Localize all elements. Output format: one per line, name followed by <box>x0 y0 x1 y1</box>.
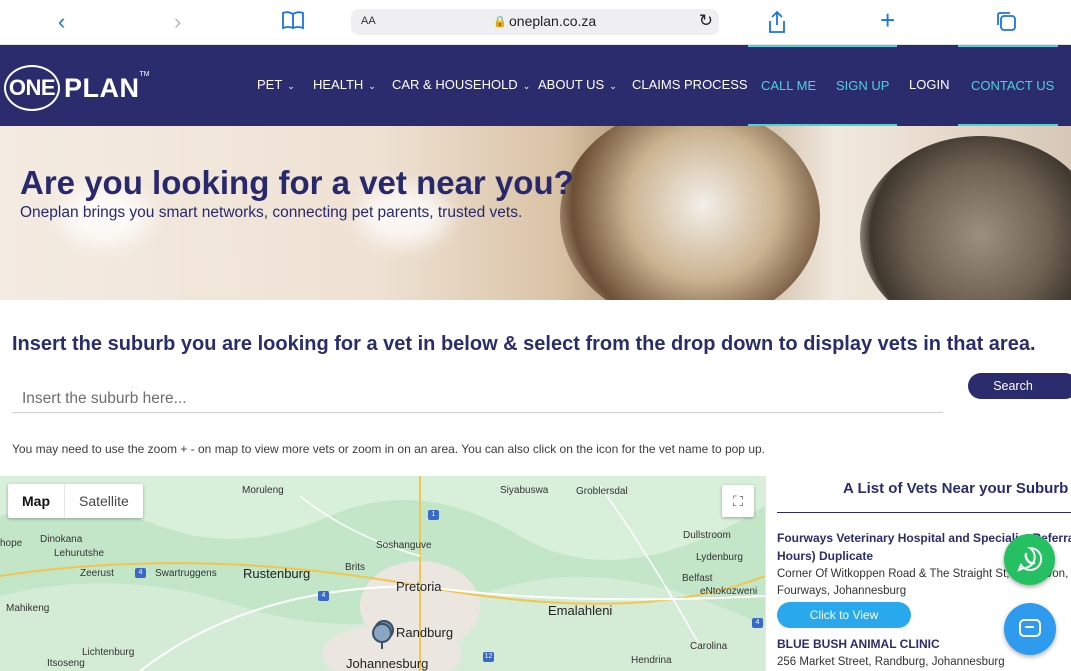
vet-list-heading: A List of Vets Near your Suburb <box>843 480 1069 497</box>
route-shield-icon: 12 <box>483 652 494 662</box>
click-to-view-button[interactable]: Click to View <box>777 602 911 628</box>
route-shield-icon: 4 <box>135 568 146 578</box>
fullscreen-icon[interactable]: ⛶ <box>722 485 754 517</box>
logo-tm: TM <box>139 71 150 78</box>
cat-image <box>860 136 1071 300</box>
nav-health[interactable]: HEALTH ⌄ <box>313 77 376 92</box>
route-shield-icon: 4 <box>752 618 763 628</box>
chevron-down-icon: ⌄ <box>522 81 531 91</box>
zoom-note: You may need to use the zoom + - on map … <box>12 442 765 456</box>
url-text: oneplan.co.za <box>509 13 597 29</box>
call-sign-top-line <box>748 45 897 47</box>
map-label: Carolina <box>690 641 728 652</box>
oneplan-logo[interactable]: ONE PLAN TM <box>4 65 150 111</box>
hero-title: Are you looking for a vet near you? <box>20 164 574 201</box>
map-label: Belfast <box>682 573 713 584</box>
nav-health-label: HEALTH <box>313 77 364 92</box>
vet-name-continued: Hours) Duplicate <box>777 549 874 563</box>
hero-banner: Are you looking for a vet near you? Onep… <box>0 126 1071 300</box>
reader-mode-button[interactable]: AA <box>361 15 376 27</box>
map-tab[interactable]: Map <box>8 484 65 518</box>
nav-pet-label: PET <box>257 77 283 92</box>
suburb-search-input[interactable] <box>12 386 943 413</box>
bookmarks-icon[interactable] <box>282 10 304 35</box>
address-bar[interactable]: AA 🔒 oneplan.co.za ↻ <box>351 9 719 35</box>
tabs-icon[interactable] <box>995 10 1017 37</box>
chevron-down-icon: ⌄ <box>609 81 617 91</box>
vet-name: BLUE BUSH ANIMAL CLINIC <box>777 637 940 651</box>
call-me-button[interactable]: CALL ME <box>761 78 816 93</box>
map-label: Moruleng <box>242 485 284 496</box>
reload-icon[interactable]: ↻ <box>699 11 713 31</box>
map-label: eNtokozweni <box>700 586 758 597</box>
nav-pet[interactable]: PET ⌄ <box>257 77 295 92</box>
lock-icon: 🔒 <box>493 16 507 28</box>
satellite-tab[interactable]: Satellite <box>65 484 143 518</box>
map-label: Johannesburg <box>346 656 429 671</box>
vet-address: 256 Market Street, Randburg, Johannesbur… <box>777 656 1005 668</box>
map-label: Hendrina <box>631 655 672 666</box>
chevron-down-icon: ⌄ <box>368 81 376 91</box>
sign-up-button[interactable]: SIGN UP <box>836 78 889 93</box>
map-label: Groblersdal <box>576 486 628 497</box>
forward-icon[interactable]: › <box>174 10 181 34</box>
map-label: Lehurutshe <box>54 548 105 559</box>
map-label: Soshanguve <box>376 540 432 551</box>
nav-claims-process-label: CLAIMS PROCESS <box>632 77 748 92</box>
nav-claims-process[interactable]: CLAIMS PROCESS <box>632 77 748 92</box>
nav-car-household[interactable]: CAR & HOUSEHOLD ⌄ <box>392 77 530 92</box>
map-label: Dinokana <box>40 534 83 545</box>
dog-image <box>560 126 820 300</box>
vet-location-pin-icon[interactable] <box>370 616 398 650</box>
chevron-down-icon: ⌄ <box>287 81 295 91</box>
contact-top-line <box>958 45 1058 47</box>
share-icon[interactable] <box>767 10 787 39</box>
map-label: Dullstroom <box>683 530 731 541</box>
search-instructions: Insert the suburb you are looking for a … <box>12 333 1036 355</box>
map-label: Lydenburg <box>696 552 743 563</box>
logo-plan: PLAN <box>64 72 140 103</box>
route-shield-icon: 4 <box>318 591 329 601</box>
map-label: Randburg <box>396 625 454 640</box>
map-label: Lichtenburg <box>82 647 135 658</box>
chat-icon <box>1019 619 1041 637</box>
chat-button[interactable] <box>1004 603 1056 655</box>
search-button[interactable]: Search <box>968 373 1071 399</box>
whatsapp-button[interactable] <box>1004 534 1055 585</box>
map-label: Zeerust <box>80 568 114 579</box>
map-label: Emalahleni <box>548 603 613 618</box>
back-icon[interactable]: ‹ <box>58 10 65 34</box>
nav-car-household-label: CAR & HOUSEHOLD <box>392 77 518 92</box>
map-label: Itsoseng <box>47 658 85 669</box>
browser-toolbar: ‹ › AA 🔒 oneplan.co.za ↻ + <box>0 0 1071 45</box>
site-header: ONE PLAN TM PET ⌄ HEALTH ⌄ CAR & HOUSEHOLD… <box>0 45 1071 126</box>
vet-address-continued: Fourways, Johannesburg <box>777 585 907 597</box>
map-label: Brits <box>345 562 365 573</box>
nav-about-us-label: ABOUT US <box>538 77 605 92</box>
map-label: Swartruggens <box>155 568 217 579</box>
map-label: Siyabuswa <box>500 485 549 496</box>
vet-map[interactable]: Map Satellite Moruleng Siyabuswa Grobler… <box>0 476 765 671</box>
login-button[interactable]: LOGIN <box>909 77 949 92</box>
route-shield-icon: 1 <box>428 510 439 520</box>
nav-about-us[interactable]: ABOUT US ⌄ <box>538 77 617 92</box>
hero-subtitle: Oneplan brings you smart networks, conne… <box>20 204 523 221</box>
new-tab-icon[interactable]: + <box>880 7 895 33</box>
contact-us-button[interactable]: CONTACT US <box>971 78 1054 93</box>
whatsapp-icon <box>1016 546 1042 572</box>
map-label: hope <box>0 538 23 549</box>
map-label: Rustenburg <box>243 566 311 581</box>
map-label: Mahikeng <box>6 603 50 614</box>
logo-one: ONE <box>4 65 60 111</box>
heading-divider <box>777 512 1071 513</box>
map-type-control: Map Satellite <box>8 484 143 518</box>
map-label: Pretoria <box>396 579 442 594</box>
